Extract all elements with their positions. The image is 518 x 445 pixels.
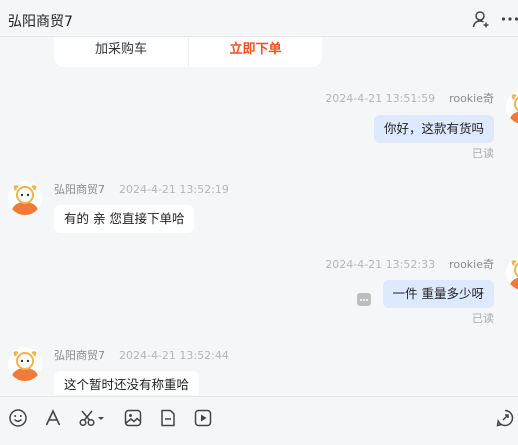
message-bubble[interactable]: 你好，这款有货吗 <box>373 115 494 143</box>
message-more-icon[interactable] <box>357 293 371 306</box>
chevron-down-icon[interactable] <box>96 408 106 428</box>
read-status: 已读 <box>472 312 494 325</box>
sender-name: rookie奇 <box>449 92 494 105</box>
order-now-button[interactable]: 立即下单 <box>189 37 322 67</box>
message-time: 2024-4-21 13:52:33 <box>325 258 436 271</box>
quick-reply-icon[interactable] <box>495 408 515 428</box>
product-order-card: 加采购车 立即下单 <box>54 37 322 67</box>
avatar[interactable] <box>506 256 518 290</box>
chat-title: 弘阳商贸7 <box>8 14 73 30</box>
message-bubble[interactable]: 一件 重量多少呀 <box>382 280 494 308</box>
message-meta: 2024-4-21 13:51:59 rookie奇 <box>325 90 494 106</box>
avatar[interactable] <box>8 347 42 381</box>
sender-name: 弘阳商贸7 <box>54 349 105 362</box>
input-toolbar <box>0 396 518 445</box>
message-time: 2024-4-21 13:52:19 <box>119 183 229 196</box>
scissors-icon[interactable] <box>78 408 98 428</box>
more-icon[interactable] <box>501 10 518 28</box>
user-add-icon[interactable] <box>472 10 490 28</box>
sender-name: rookie奇 <box>449 258 494 271</box>
file-icon[interactable] <box>158 408 178 428</box>
message-time: 2024-4-21 13:52:44 <box>119 349 229 362</box>
sender-name: 弘阳商贸7 <box>54 183 105 196</box>
message-meta: 弘阳商贸7 2024-4-21 13:52:44 <box>54 347 229 363</box>
message-bubble[interactable]: 这个暂时还没有称重哈 <box>54 371 200 395</box>
avatar[interactable] <box>506 90 518 124</box>
message-time: 2024-4-21 13:51:59 <box>325 92 436 105</box>
message-bubble[interactable]: 有的 亲 您直接下单哈 <box>54 205 195 233</box>
message-list[interactable]: 加采购车 立即下单 2024-4-21 13:51:59 rookie奇 你好，这… <box>0 37 518 395</box>
chat-header: 弘阳商贸7 <box>0 0 518 37</box>
emoji-icon[interactable] <box>8 408 28 428</box>
image-icon[interactable] <box>123 408 143 428</box>
add-to-cart-button[interactable]: 加采购车 <box>54 37 188 67</box>
message-meta: 2024-4-21 13:52:33 rookie奇 <box>325 256 494 272</box>
font-icon[interactable] <box>43 408 63 428</box>
message-meta: 弘阳商贸7 2024-4-21 13:52:19 <box>54 181 229 197</box>
video-icon[interactable] <box>193 408 213 428</box>
read-status: 已读 <box>472 147 494 160</box>
avatar[interactable] <box>8 181 42 215</box>
